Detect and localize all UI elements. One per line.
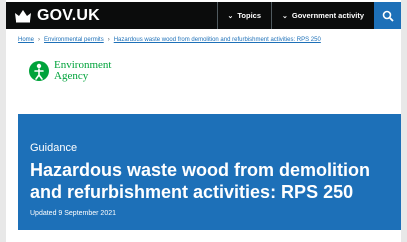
government-activity-label: Government activity — [291, 11, 364, 20]
right-gutter — [401, 0, 407, 242]
breadcrumb-home[interactable]: Home — [18, 37, 34, 43]
topics-label: Topics — [237, 11, 262, 20]
breadcrumb-environmental-permits[interactable]: Environmental permits — [44, 37, 104, 43]
environment-agency-logo-icon — [29, 61, 49, 81]
breadcrumb: Home › Environmental permits › Hazardous was… — [18, 37, 321, 43]
left-gutter — [0, 0, 6, 242]
breadcrumb-separator: › — [107, 37, 110, 43]
page: GOV.UK ⌄ Topics ⌄ Government activity Ho… — [0, 0, 407, 242]
search-button[interactable] — [374, 2, 401, 29]
topics-menu-button[interactable]: ⌄ Topics — [216, 2, 272, 29]
organisation-name-line2: Agency — [54, 70, 89, 82]
crown-icon — [15, 9, 31, 22]
updated-date: Updated 9 September 2021 — [30, 210, 117, 217]
logo-text: GOV.UK — [37, 6, 100, 24]
page-title: Hazardous waste wood from demolition and… — [30, 160, 371, 202]
govuk-logo-link[interactable]: GOV.UK — [14, 7, 100, 25]
chevron-down-icon: ⌄ — [282, 12, 288, 20]
breadcrumb-current-page[interactable]: Hazardous waste wood from demolition and… — [114, 37, 321, 43]
organisation-name: Environment Agency — [54, 60, 111, 82]
organisation-logo-link[interactable]: Environment Agency — [28, 60, 111, 82]
title-block: Guidance Hazardous waste wood from demol… — [18, 114, 401, 230]
breadcrumb-separator: › — [38, 37, 41, 43]
header-nav: ⌄ Topics ⌄ Government activity — [216, 2, 401, 29]
site-header: GOV.UK ⌄ Topics ⌄ Government activity — [6, 2, 401, 29]
chevron-down-icon: ⌄ — [227, 12, 234, 20]
page-caption: Guidance — [30, 142, 78, 154]
search-icon — [382, 10, 394, 22]
government-activity-menu-button[interactable]: ⌄ Government activity — [271, 2, 374, 29]
